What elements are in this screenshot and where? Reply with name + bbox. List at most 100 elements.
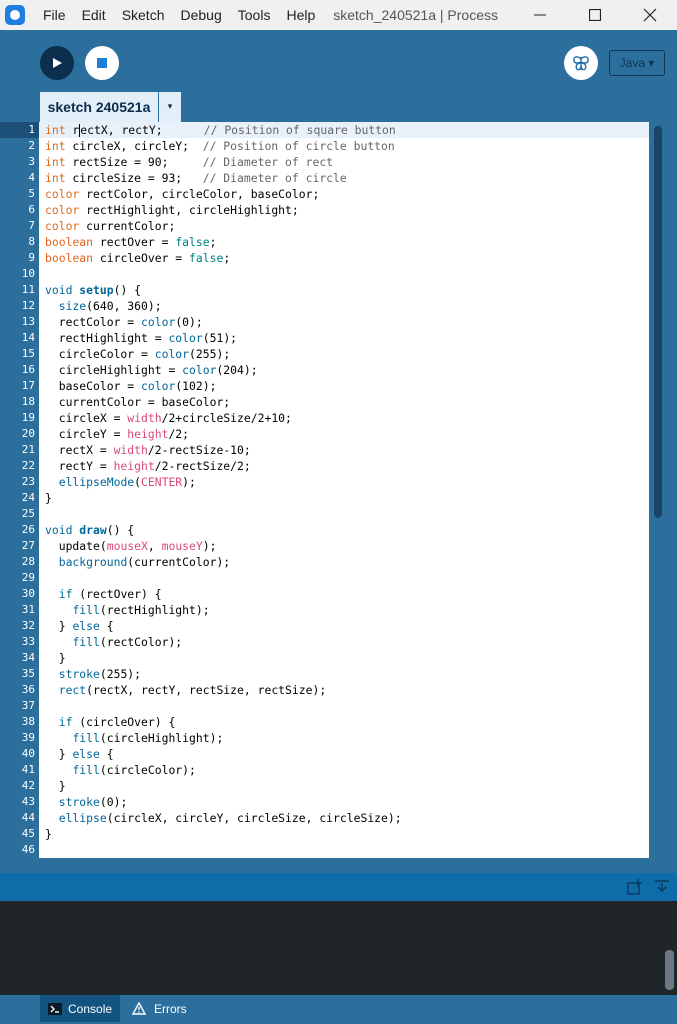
code-line[interactable]: int circleX, circleY; // Position of cir…: [39, 138, 649, 154]
line-number: 21: [21, 443, 35, 456]
line-number: 11: [21, 283, 35, 296]
code-line[interactable]: currentColor = baseColor;: [39, 394, 649, 410]
line-number: 1: [28, 123, 35, 136]
add-panel-icon[interactable]: [627, 879, 643, 895]
run-button[interactable]: [40, 46, 74, 80]
line-number: 20: [21, 427, 35, 440]
menu-debug[interactable]: Debug: [173, 7, 230, 23]
code-line[interactable]: boolean circleOver = false;: [39, 250, 649, 266]
code-line[interactable]: }: [39, 826, 649, 842]
line-number: 32: [21, 619, 35, 632]
tab-sketch[interactable]: sketch 240521a: [40, 92, 158, 122]
console-output[interactable]: [0, 901, 677, 996]
editor-scrollbar-thumb[interactable]: [654, 126, 662, 518]
line-number: 9: [28, 251, 35, 264]
code-line[interactable]: int rectSize = 90; // Diameter of rect: [39, 154, 649, 170]
code-line[interactable]: circleColor = color(255);: [39, 346, 649, 362]
code-line[interactable]: fill(rectHighlight);: [39, 602, 649, 618]
code-line[interactable]: color rectHighlight, circleHighlight;: [39, 202, 649, 218]
code-line[interactable]: } else {: [39, 618, 649, 634]
code-editor: 1 2 3 4 5 6 7 8 9 10 11 12 13 14 15 16 17 18 19 20 21 22 23 24 2…: [0, 122, 677, 858]
code-line[interactable]: }: [39, 778, 649, 794]
code-line[interactable]: }: [39, 650, 649, 666]
line-number: 24: [21, 491, 35, 504]
stop-button[interactable]: [85, 46, 119, 80]
line-number: 12: [21, 299, 35, 312]
menu-file[interactable]: File: [35, 7, 74, 23]
code-line[interactable]: fill(circleColor);: [39, 762, 649, 778]
code-line[interactable]: ellipseMode(CENTER);: [39, 474, 649, 490]
line-number: 17: [21, 379, 35, 392]
line-number: 13: [21, 315, 35, 328]
line-number: 7: [28, 219, 35, 232]
code-line[interactable]: void setup() {: [39, 282, 649, 298]
code-line[interactable]: ellipse(circleX, circleY, circleSize, ci…: [39, 810, 649, 826]
code-line[interactable]: } else {: [39, 746, 649, 762]
line-number: 44: [21, 811, 35, 824]
line-number: 14: [21, 331, 35, 344]
code-area[interactable]: int rectX, rectY; // Position of square …: [39, 122, 649, 858]
code-line[interactable]: }: [39, 490, 649, 506]
menu-help[interactable]: Help: [278, 7, 323, 23]
menu-edit[interactable]: Edit: [74, 7, 114, 23]
code-line[interactable]: [39, 842, 649, 858]
code-line[interactable]: fill(circleHighlight);: [39, 730, 649, 746]
collapse-icon[interactable]: [654, 879, 670, 895]
code-line[interactable]: circleY = height/2;: [39, 426, 649, 442]
code-line[interactable]: fill(rectColor);: [39, 634, 649, 650]
line-number: 46: [21, 843, 35, 856]
close-button[interactable]: [627, 0, 673, 30]
tab-menu-button[interactable]: ▾: [159, 92, 181, 122]
line-number: 15: [21, 347, 35, 360]
code-line[interactable]: color currentColor;: [39, 218, 649, 234]
line-number: 27: [21, 539, 35, 552]
code-line[interactable]: [39, 506, 649, 522]
code-line[interactable]: [39, 698, 649, 714]
code-line[interactable]: boolean rectOver = false;: [39, 234, 649, 250]
line-number: 40: [21, 747, 35, 760]
console-scrollbar-thumb[interactable]: [665, 950, 674, 990]
tab-console-label: Console: [68, 1001, 113, 1016]
menu-sketch[interactable]: Sketch: [114, 7, 173, 23]
bottom-tab-bar: Console Errors: [0, 995, 677, 1024]
code-line[interactable]: color rectColor, circleColor, baseColor;: [39, 186, 649, 202]
code-line[interactable]: background(currentColor);: [39, 554, 649, 570]
tab-errors[interactable]: Errors: [128, 995, 208, 1022]
code-line[interactable]: circleHighlight = color(204);: [39, 362, 649, 378]
code-line[interactable]: rectColor = color(0);: [39, 314, 649, 330]
code-line[interactable]: int rectX, rectY; // Position of square …: [39, 122, 649, 138]
line-number-gutter: 1 2 3 4 5 6 7 8 9 10 11 12 13 14 15 16 17 18 19 20 21 22 23 24 2…: [0, 122, 39, 858]
line-number: 25: [21, 507, 35, 520]
code-line[interactable]: void draw() {: [39, 522, 649, 538]
code-line[interactable]: update(mouseX, mouseY);: [39, 538, 649, 554]
debug-button[interactable]: [564, 46, 598, 80]
mode-selector[interactable]: Java ▾: [609, 50, 665, 76]
tab-errors-label: Errors: [154, 1001, 187, 1016]
line-number: 10: [21, 267, 35, 280]
tab-console[interactable]: Console: [40, 995, 120, 1022]
code-line[interactable]: rectX = width/2-rectSize-10;: [39, 442, 649, 458]
code-line[interactable]: circleX = width/2+circleSize/2+10;: [39, 410, 649, 426]
minimize-button[interactable]: [517, 0, 563, 30]
code-line[interactable]: size(640, 360);: [39, 298, 649, 314]
code-line[interactable]: int circleSize = 93; // Diameter of circ…: [39, 170, 649, 186]
code-line[interactable]: if (rectOver) {: [39, 586, 649, 602]
code-line[interactable]: [39, 266, 649, 282]
code-line[interactable]: rectHighlight = color(51);: [39, 330, 649, 346]
code-line[interactable]: stroke(255);: [39, 666, 649, 682]
code-line[interactable]: stroke(0);: [39, 794, 649, 810]
line-number: 19: [21, 411, 35, 424]
code-line[interactable]: [39, 570, 649, 586]
maximize-button[interactable]: [572, 0, 618, 30]
code-line[interactable]: rect(rectX, rectY, rectSize, rectSize);: [39, 682, 649, 698]
stop-icon: [97, 58, 107, 68]
code-line[interactable]: if (circleOver) {: [39, 714, 649, 730]
line-number: 35: [21, 667, 35, 680]
line-number: 28: [21, 555, 35, 568]
line-number: 22: [21, 459, 35, 472]
code-line[interactable]: baseColor = color(102);: [39, 378, 649, 394]
line-number: 39: [21, 731, 35, 744]
line-number: 8: [28, 235, 35, 248]
code-line[interactable]: rectY = height/2-rectSize/2;: [39, 458, 649, 474]
menu-tools[interactable]: Tools: [230, 7, 279, 23]
